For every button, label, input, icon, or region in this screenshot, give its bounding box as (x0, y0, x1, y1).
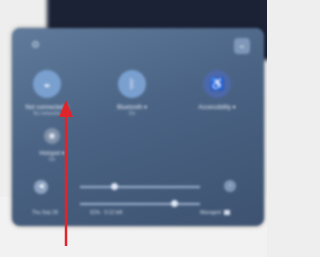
annotation-arrow-head (59, 100, 73, 117)
photo-frame: ⚙ ⌄ ◒ Not connected ▾ No networks ᛒ Blue… (0, 0, 267, 257)
annotation-arrow (59, 100, 73, 246)
